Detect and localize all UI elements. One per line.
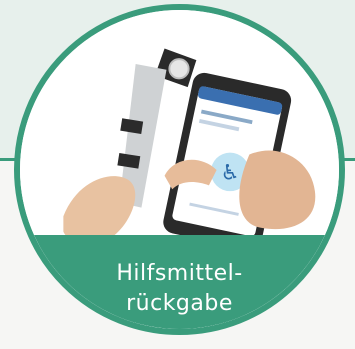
wheelchair-icon: ♿ bbox=[221, 160, 240, 185]
badge-label: Hilfsmittel- rückgabe bbox=[20, 235, 339, 329]
badge-label-line-1: Hilfsmittel- bbox=[116, 261, 243, 286]
badge-circle[interactable]: ♿ Hilfsmittel- rückgabe bbox=[14, 4, 345, 335]
walker-knob bbox=[168, 58, 190, 80]
badge-label-line-2: rückgabe bbox=[126, 291, 233, 316]
